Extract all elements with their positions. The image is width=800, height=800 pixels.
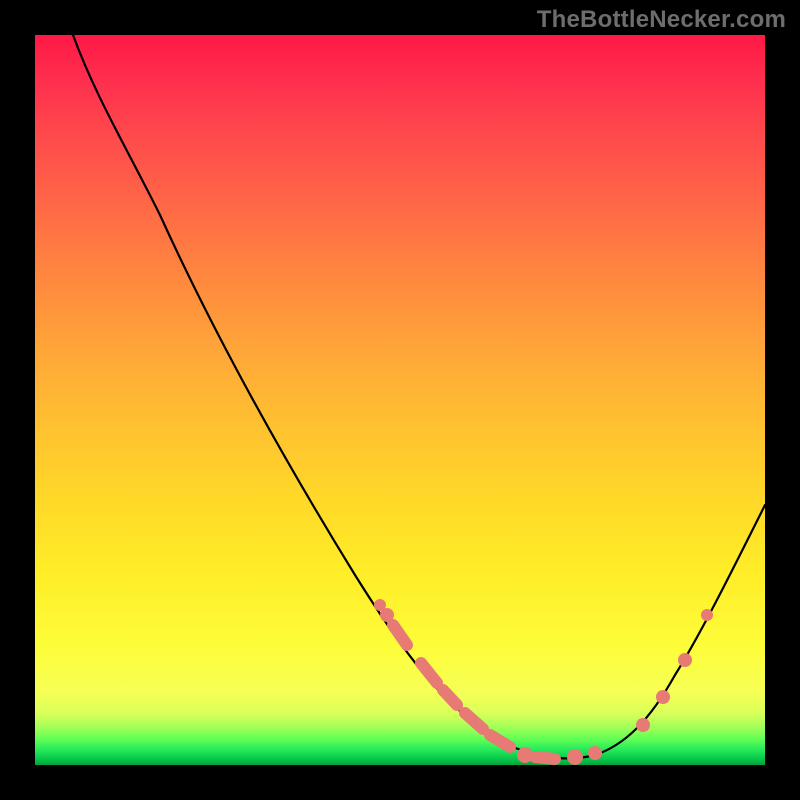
plot-area xyxy=(35,35,765,765)
marker-dot-4 xyxy=(567,749,583,765)
marker-seg-1 xyxy=(393,625,407,645)
marker-dot-6 xyxy=(636,718,650,732)
chart-frame: TheBottleNecker.com xyxy=(0,0,800,800)
marker-seg-5 xyxy=(490,735,510,747)
marker-dot-8 xyxy=(678,653,692,667)
marker-dot-2 xyxy=(374,599,386,611)
marker-seg-6 xyxy=(535,757,555,759)
marker-dot-5 xyxy=(588,746,602,760)
watermark-text: TheBottleNecker.com xyxy=(537,6,786,34)
marker-dot-9 xyxy=(701,609,713,621)
marker-seg-3 xyxy=(443,690,457,705)
bottleneck-curve xyxy=(73,35,765,758)
marker-dot-7 xyxy=(656,690,670,704)
curve-svg xyxy=(35,35,765,765)
marker-seg-4 xyxy=(465,713,483,729)
marker-seg-2 xyxy=(421,663,437,683)
